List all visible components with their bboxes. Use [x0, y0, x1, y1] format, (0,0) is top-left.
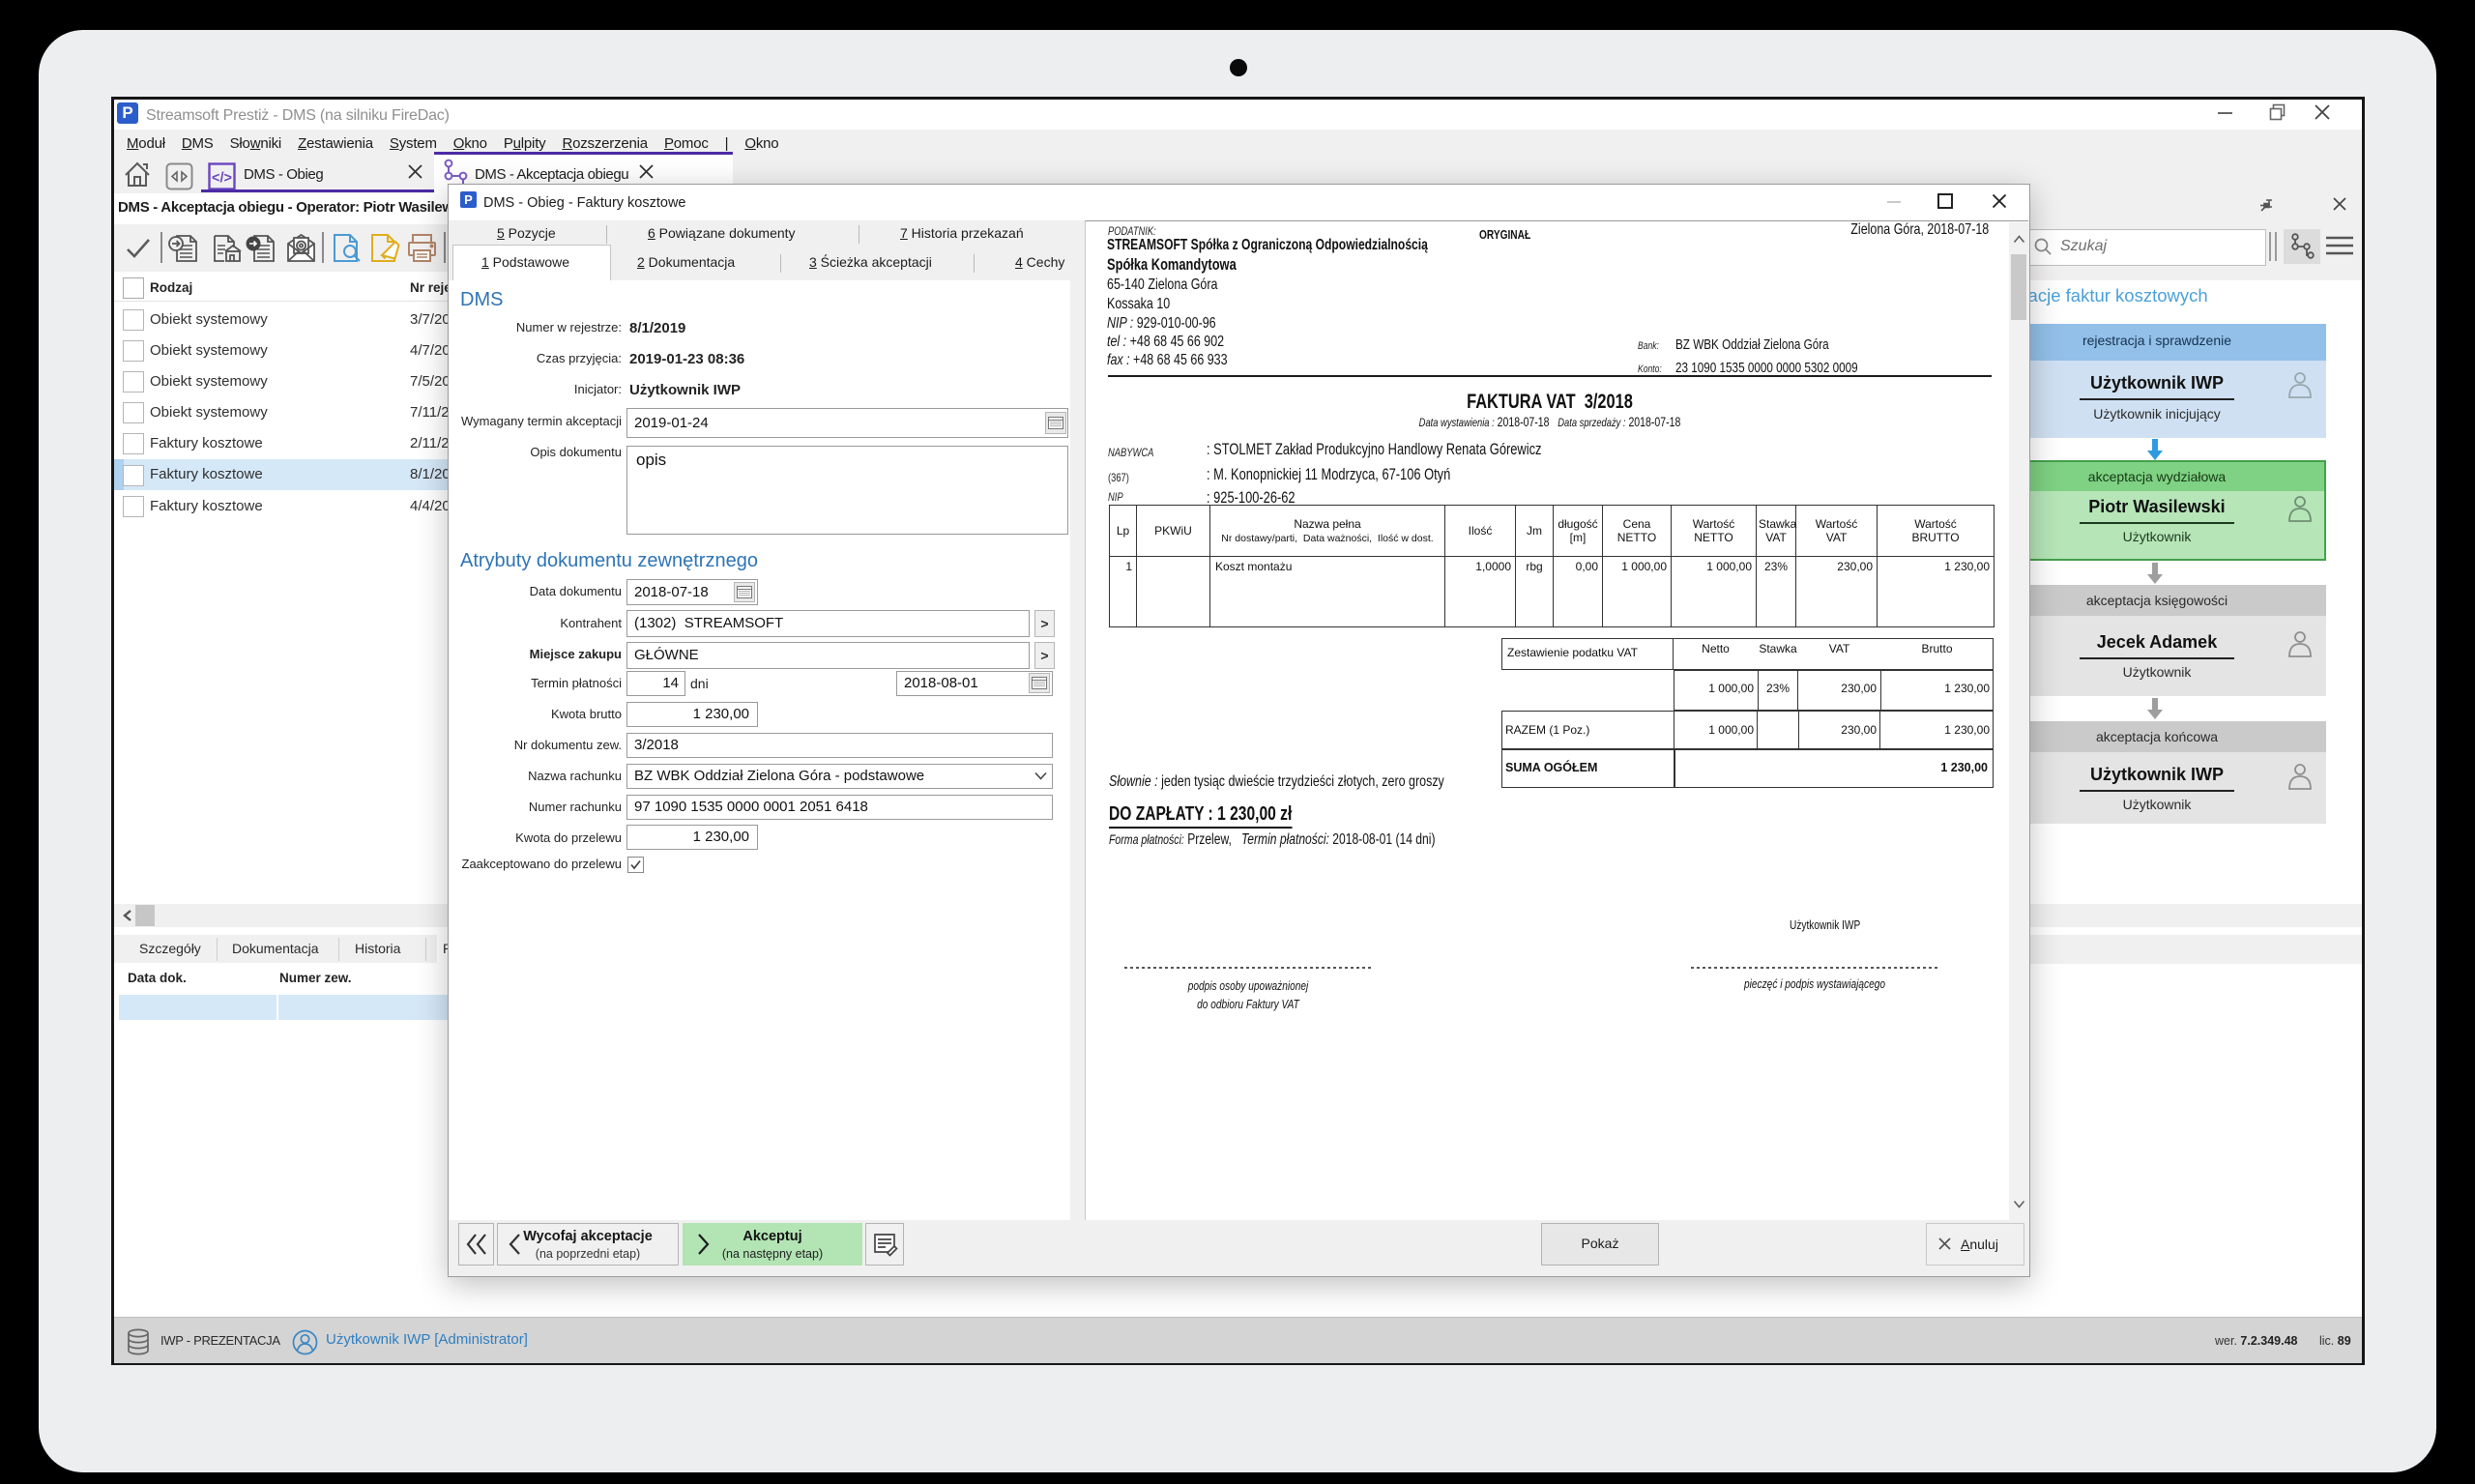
svg-text:</>: </> — [212, 171, 232, 187]
